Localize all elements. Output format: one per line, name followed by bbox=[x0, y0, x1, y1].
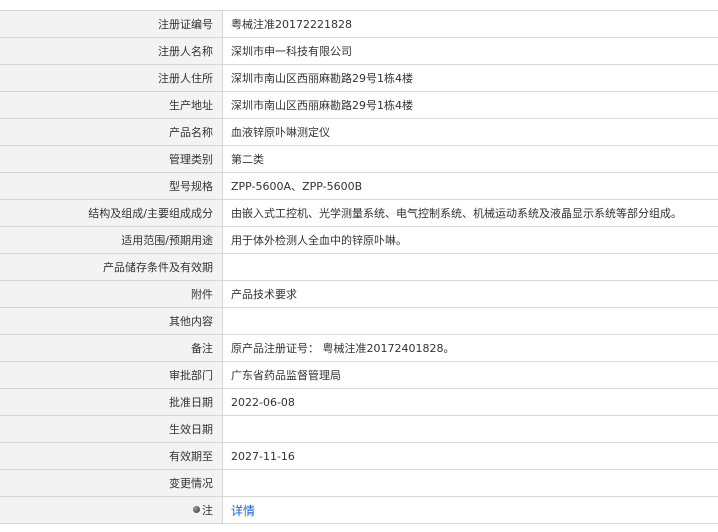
note-label-text: 注 bbox=[202, 504, 213, 517]
table-row: 有效期至 2027-11-16 bbox=[0, 442, 718, 470]
field-label-approval-department: 审批部门 bbox=[0, 361, 223, 389]
table-row: 型号规格 ZPP-5600A、ZPP-5600B bbox=[0, 172, 718, 200]
field-label-storage-conditions: 产品储存条件及有效期 bbox=[0, 253, 223, 281]
field-value-product-name: 血液锌原卟啉测定仪 bbox=[222, 118, 718, 146]
note-label-group: 注 bbox=[193, 502, 213, 518]
field-value-management-category: 第二类 bbox=[222, 145, 718, 173]
table-row: 备注 原产品注册证号： 粤械注准20172401828。 bbox=[0, 334, 718, 362]
field-label-production-address: 生产地址 bbox=[0, 91, 223, 119]
table-row: 注册人住所 深圳市南山区西丽麻勘路29号1栋4楼 bbox=[0, 64, 718, 92]
field-label-intended-use: 适用范围/预期用途 bbox=[0, 226, 223, 254]
field-value-storage-conditions bbox=[222, 253, 718, 281]
field-value-registration-number: 粤械注准20172221828 bbox=[222, 11, 718, 38]
field-label-change-status: 变更情况 bbox=[0, 469, 223, 497]
field-value-attachment: 产品技术要求 bbox=[222, 280, 718, 308]
field-value-note: 详情 bbox=[222, 496, 718, 524]
field-label-product-name: 产品名称 bbox=[0, 118, 223, 146]
field-value-registrant-address: 深圳市南山区西丽麻勘路29号1栋4楼 bbox=[222, 64, 718, 92]
field-label-management-category: 管理类别 bbox=[0, 145, 223, 173]
table-row: 适用范围/预期用途 用于体外检测人全血中的锌原卟啉。 bbox=[0, 226, 718, 254]
field-value-other-content bbox=[222, 307, 718, 335]
top-strip bbox=[0, 0, 718, 11]
table-row: 批准日期 2022-06-08 bbox=[0, 388, 718, 416]
table-row: 附件 产品技术要求 bbox=[0, 280, 718, 308]
field-label-model-spec: 型号规格 bbox=[0, 172, 223, 200]
field-label-effective-date: 生效日期 bbox=[0, 415, 223, 443]
field-value-production-address: 深圳市南山区西丽麻勘路29号1栋4楼 bbox=[222, 91, 718, 119]
table-row: 注 详情 bbox=[0, 496, 718, 524]
field-value-valid-until: 2027-11-16 bbox=[222, 442, 718, 470]
field-label-registrant-address: 注册人住所 bbox=[0, 64, 223, 92]
field-value-approval-date: 2022-06-08 bbox=[222, 388, 718, 416]
table-row: 结构及组成/主要组成成分 由嵌入式工控机、光学测量系统、电气控制系统、机械运动系… bbox=[0, 199, 718, 227]
field-label-note: 注 bbox=[0, 496, 223, 524]
field-value-model-spec: ZPP-5600A、ZPP-5600B bbox=[222, 172, 718, 200]
table-row: 生效日期 bbox=[0, 415, 718, 443]
field-value-registrant-name: 深圳市申一科技有限公司 bbox=[222, 37, 718, 65]
table-row: 产品名称 血液锌原卟啉测定仪 bbox=[0, 118, 718, 146]
field-value-approval-department: 广东省药品监督管理局 bbox=[222, 361, 718, 389]
table-row: 管理类别 第二类 bbox=[0, 145, 718, 173]
field-label-registrant-name: 注册人名称 bbox=[0, 37, 223, 65]
table-row: 注册人名称 深圳市申一科技有限公司 bbox=[0, 37, 718, 65]
registration-record-table: 注册证编号 粤械注准20172221828 注册人名称 深圳市申一科技有限公司 … bbox=[0, 11, 718, 524]
field-label-other-content: 其他内容 bbox=[0, 307, 223, 335]
field-value-remarks: 原产品注册证号： 粤械注准20172401828。 bbox=[222, 334, 718, 362]
field-label-approval-date: 批准日期 bbox=[0, 388, 223, 416]
table-row: 产品储存条件及有效期 bbox=[0, 253, 718, 281]
field-value-effective-date bbox=[222, 415, 718, 443]
field-label-structure-composition: 结构及组成/主要组成成分 bbox=[0, 199, 223, 227]
field-label-valid-until: 有效期至 bbox=[0, 442, 223, 470]
table-row: 生产地址 深圳市南山区西丽麻勘路29号1栋4楼 bbox=[0, 91, 718, 119]
field-value-intended-use: 用于体外检测人全血中的锌原卟啉。 bbox=[222, 226, 718, 254]
field-label-remarks: 备注 bbox=[0, 334, 223, 362]
table-row: 其他内容 bbox=[0, 307, 718, 335]
details-link[interactable]: 详情 bbox=[231, 504, 255, 518]
table-row: 变更情况 bbox=[0, 469, 718, 497]
table-row: 审批部门 广东省药品监督管理局 bbox=[0, 361, 718, 389]
pin-icon bbox=[193, 506, 201, 514]
field-label-registration-number: 注册证编号 bbox=[0, 11, 223, 38]
table-row: 注册证编号 粤械注准20172221828 bbox=[0, 11, 718, 38]
field-value-structure-composition: 由嵌入式工控机、光学测量系统、电气控制系统、机械运动系统及液晶显示系统等部分组成… bbox=[222, 199, 718, 227]
field-label-attachment: 附件 bbox=[0, 280, 223, 308]
field-value-change-status bbox=[222, 469, 718, 497]
